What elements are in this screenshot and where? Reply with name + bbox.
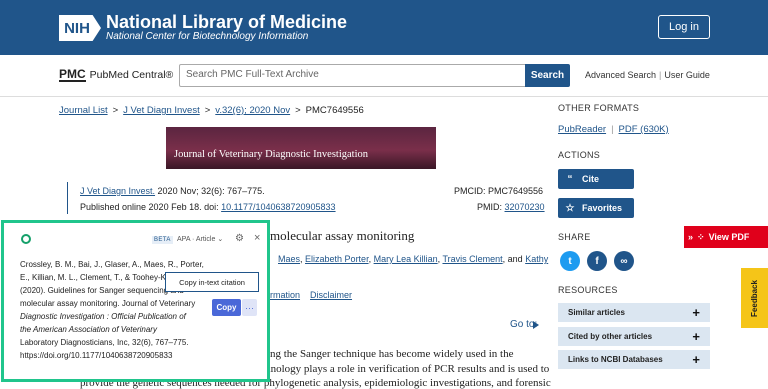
citation-line: https://doi.org/10.1177/1040638720905833 <box>20 351 173 360</box>
pmid: PMID: 32070230 <box>477 202 545 212</box>
disclaimer-link[interactable]: Disclaimer <box>310 290 352 300</box>
authors-line: Maes, Elizabeth Porter, Mary Lea Killian… <box>278 254 549 264</box>
favorites-button[interactable]: ☆ Favorites <box>558 198 634 218</box>
other-formats-heading: OTHER FORMATS <box>558 103 640 113</box>
author-link[interactable]: Elizabeth Porter <box>305 254 369 264</box>
authors-and: , and <box>502 254 526 264</box>
citation-line: Diagnostic Investigation : Official Publ… <box>20 312 186 321</box>
pmc-logo-mark: PMC <box>59 67 86 82</box>
article-citation: J Vet Diagn Invest. 2020 Nov; 32(6): 767… <box>80 186 265 196</box>
org-subtitle: National Center for Biotechnology Inform… <box>106 31 309 42</box>
author-info-link[interactable]: rmation <box>270 290 300 300</box>
meta-accent-bar <box>67 182 68 214</box>
citation-line: Laboratory Diagnosticians, Inc, 32(6), 7… <box>20 338 189 347</box>
pmid-link[interactable]: 32070230 <box>505 202 545 212</box>
body-text-line: ng the Sanger technique has become widel… <box>270 348 514 360</box>
cite-label: Cite <box>582 174 600 184</box>
pdf-link[interactable]: PDF (630K) <box>619 124 669 135</box>
org-title[interactable]: National Library of Medicine <box>106 12 347 33</box>
published-line: Published online 2020 Feb 18. doi: 10.11… <box>80 202 336 212</box>
author-link[interactable]: Maes <box>278 254 300 264</box>
chevron-down-icon: ⌄ <box>217 236 224 243</box>
citation-line: Crossley, B. M., Bai, J., Glaser, A., Ma… <box>20 260 204 269</box>
divider <box>0 96 768 97</box>
citation-text: 2020 Nov; 32(6): 767–775. <box>155 186 265 196</box>
citation-style-select[interactable]: APA · Article ⌄ <box>177 235 223 243</box>
double-chevron-icon: » <box>688 232 694 242</box>
pmid-prefix: PMID: <box>477 202 505 212</box>
citation-line: the American Association of Veterinary <box>20 325 157 334</box>
breadcrumb-issue[interactable]: v.32(6); 2020 Nov <box>215 105 290 116</box>
copy-button[interactable]: Copy <box>212 299 241 316</box>
user-guide-link[interactable]: User Guide <box>664 70 710 80</box>
ncbi-links-row[interactable]: Links to NCBI Databases + <box>558 350 710 369</box>
doi-link[interactable]: 10.1177/1040638720905833 <box>221 202 335 212</box>
resources-heading: RESOURCES <box>558 285 618 295</box>
similar-articles-row[interactable]: Similar articles + <box>558 303 710 322</box>
plus-icon: + <box>692 305 700 320</box>
beta-badge: BETA <box>152 236 173 244</box>
author-link[interactable]: Travis Clement <box>442 254 502 264</box>
resource-label: Cited by other articles <box>568 332 653 341</box>
view-pdf-label: View PDF <box>708 232 750 242</box>
actions-heading: ACTIONS <box>558 150 601 160</box>
link-icon[interactable]: ∞ <box>614 251 634 271</box>
breadcrumb-current: PMC7649556 <box>305 105 364 116</box>
more-options-button[interactable]: ··· <box>242 299 257 316</box>
pubreader-link[interactable]: PubReader <box>558 124 606 135</box>
journal-banner-title: Journal of Veterinary Diagnostic Investi… <box>174 149 369 160</box>
star-icon: ☆ <box>565 202 575 214</box>
search-links: Advanced Search | User Guide <box>585 70 710 80</box>
login-button[interactable]: Log in <box>658 15 710 39</box>
close-icon[interactable]: × <box>254 232 260 244</box>
breadcrumb-journal[interactable]: J Vet Diagn Invest <box>123 105 200 116</box>
article-title: molecular assay monitoring <box>270 228 415 243</box>
plus-icon: + <box>692 329 700 344</box>
format-links: PubReader | PDF (630K) <box>558 124 669 135</box>
advanced-search-link[interactable]: Advanced Search <box>585 70 656 80</box>
author-info-links: rmation Disclaimer <box>270 290 352 300</box>
quote-icon: “ <box>567 173 573 185</box>
pmc-logo[interactable]: PMC PubMed Central® <box>59 68 173 82</box>
dots-icon: ⁘ <box>697 231 705 242</box>
copy-in-text-tooltip[interactable]: Copy in-text citation <box>165 272 259 292</box>
author-link[interactable]: Kathy <box>525 254 548 264</box>
author-link[interactable]: Mary Lea Killian <box>374 254 438 264</box>
pmc-logo-name: PubMed Central® <box>89 69 174 81</box>
search-input[interactable]: Search PMC Full-Text Archive <box>179 64 526 87</box>
gear-icon[interactable]: ⚙ <box>235 233 244 244</box>
resource-label: Similar articles <box>568 308 625 317</box>
breadcrumb-journal-list[interactable]: Journal List <box>59 105 108 116</box>
feedback-tab[interactable]: Feedback <box>741 268 768 328</box>
breadcrumb: Journal List > J Vet Diagn Invest > v.32(6);… <box>59 105 364 116</box>
published-prefix: Published online 2020 Feb 18. doi: <box>80 202 222 212</box>
journal-banner[interactable]: Journal of Veterinary Diagnostic Investi… <box>166 127 436 169</box>
pmcid: PMCID: PMC7649556 <box>454 186 544 196</box>
resource-label: Links to NCBI Databases <box>568 355 663 364</box>
citation-line: molecular assay monitoring. Journal of V… <box>20 299 196 308</box>
extension-logo-icon <box>21 234 31 244</box>
citation-style-value: APA · Article <box>177 236 216 243</box>
search-button[interactable]: Search <box>525 64 570 87</box>
facebook-icon[interactable]: f <box>587 251 607 271</box>
feedback-label: Feedback <box>750 279 759 317</box>
chevron-right-icon[interactable] <box>533 321 539 329</box>
plus-icon: + <box>692 352 700 367</box>
favorites-label: Favorites <box>582 203 623 213</box>
share-heading: SHARE <box>558 232 591 242</box>
nih-logo[interactable]: NIH <box>59 15 101 41</box>
cited-by-row[interactable]: Cited by other articles + <box>558 327 710 346</box>
view-pdf-button[interactable]: » ⁘ View PDF <box>684 226 768 248</box>
journal-link[interactable]: J Vet Diagn Invest. <box>80 186 155 196</box>
cite-button[interactable]: “ Cite <box>558 169 634 189</box>
twitter-icon[interactable]: t <box>560 251 580 271</box>
